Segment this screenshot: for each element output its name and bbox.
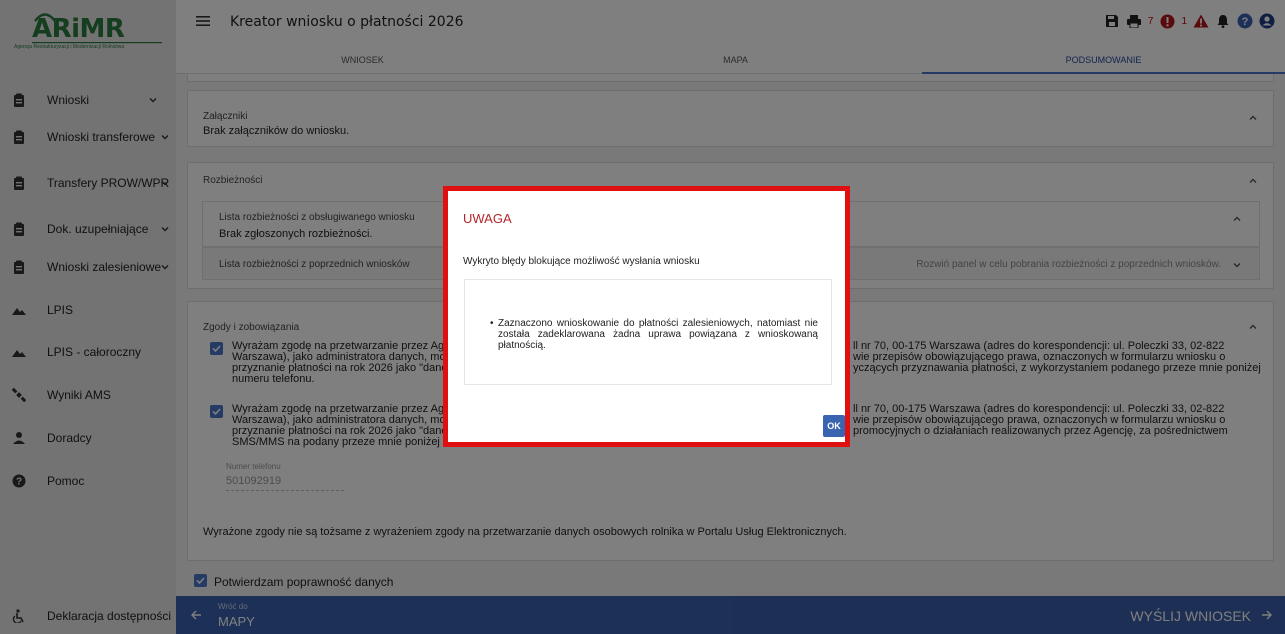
dialog-error-list: Zaznaczono wnioskowanie do płatności zal… (464, 279, 832, 385)
alert-dialog: UWAGA Wykryto błędy blokujące możliwość … (443, 186, 850, 447)
dialog-title: UWAGA (463, 211, 512, 226)
ok-button[interactable]: OK (823, 415, 845, 437)
dialog-error-item: Zaznaczono wnioskowanie do płatności zal… (490, 318, 818, 351)
dialog-message: Wykryto błędy blokujące możliwość wysłan… (463, 256, 700, 267)
